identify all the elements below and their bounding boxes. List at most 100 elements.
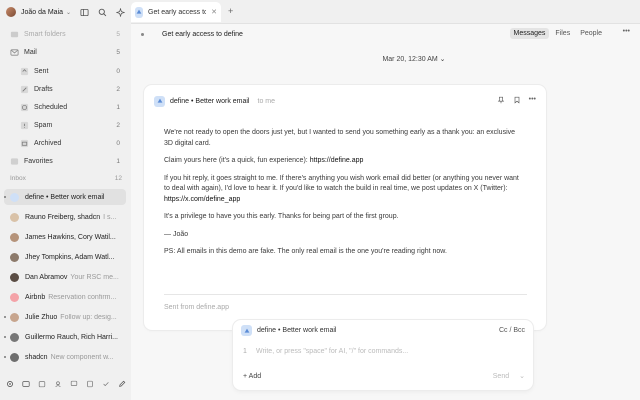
tab-bar: Get early access to define ✕ + — [131, 0, 640, 24]
email-header: define • Better work email to me ••• — [154, 95, 536, 107]
thread-preview: Your RSC me... — [70, 273, 119, 281]
thread-item[interactable]: Jhey Tompkins, Adam Watl... — [4, 249, 126, 265]
folder-label: Drafts — [34, 85, 53, 93]
thread-item[interactable]: Julie Zhuo Follow up: desig... — [4, 309, 126, 325]
tab-email[interactable]: Get early access to define ✕ — [131, 2, 221, 22]
chat-icon[interactable] — [70, 379, 78, 389]
bookmark-icon[interactable] — [513, 96, 521, 106]
folder-label: Archived — [34, 139, 62, 147]
folder-scheduled[interactable]: Scheduled 1 — [0, 99, 131, 115]
thread-preview: I s... — [103, 213, 117, 221]
email-more-icon[interactable]: ••• — [529, 96, 536, 106]
reply-composer: define • Better work email Cc / Bcc 1 Wr… — [233, 320, 533, 390]
folder-count: 2 — [116, 85, 120, 93]
user-name[interactable]: João da Maia — [21, 9, 63, 16]
account-bar: João da Maia ⌄ — [0, 0, 131, 24]
thread-date[interactable]: Mar 20, 12:30 AM ⌄ — [131, 55, 640, 63]
email-body: We're not ready to open the doors just y… — [164, 128, 524, 265]
user-avatar[interactable] — [6, 7, 16, 17]
sidebar-footer — [0, 377, 131, 391]
folder-count: 1 — [116, 157, 120, 165]
folder-spam[interactable]: Spam 2 — [0, 117, 131, 133]
thread-item[interactable]: Dan Abramov Your RSC me... — [4, 269, 126, 285]
folder-sent[interactable]: Sent 0 — [0, 63, 131, 79]
date-label: Mar 20, 12:30 AM — [382, 56, 438, 63]
thread-avatar — [10, 252, 19, 262]
claim-text: Claim yours here (it's a quick, fun expe… — [164, 157, 308, 164]
folder-smart-folders[interactable]: Smart folders 5 — [0, 26, 131, 42]
folder-count: 5 — [116, 48, 120, 56]
search-icon[interactable] — [97, 7, 107, 17]
send-button[interactable]: Send — [493, 373, 509, 380]
settings-icon[interactable] — [6, 379, 14, 389]
thread-item[interactable]: Rauno Freiberg, shadcn I s... — [4, 209, 126, 225]
folder-label: Sent — [34, 67, 49, 75]
archive-icon — [20, 139, 29, 148]
sidebar: João da Maia ⌄ Smart folders 5 Mail 5 Se… — [0, 0, 131, 400]
folder-count: 5 — [116, 30, 120, 38]
scheduled-icon — [20, 103, 29, 112]
sender-name[interactable]: define • Better work email — [170, 98, 250, 105]
spam-icon — [20, 121, 29, 130]
thread-item[interactable]: James Hawkins, Cory Watil... — [4, 229, 126, 245]
email-signature: — João — [164, 230, 189, 238]
sent-from: Sent from define.app — [164, 304, 229, 311]
view-switcher: Messages Files People — [509, 28, 606, 39]
reply-footer: + Add Send ⌄ — [243, 372, 525, 381]
notes-icon[interactable] — [86, 379, 94, 389]
tasks-icon[interactable] — [102, 379, 110, 389]
reply-from[interactable]: define • Better work email — [257, 327, 337, 334]
reply-text: If you hit reply, it goes straight to me… — [164, 174, 519, 193]
sparkle-icon[interactable] — [115, 7, 125, 17]
folder-count: 1 — [116, 103, 120, 111]
tab-files[interactable]: Files — [551, 28, 574, 39]
email-paragraph: We're not ready to open the doors just y… — [164, 129, 516, 147]
reply-placeholder[interactable]: Write, or press "space" for AI, "/" for … — [256, 348, 408, 355]
chevron-down-icon[interactable]: ⌄ — [66, 9, 71, 16]
cc-bcc-button[interactable]: Cc / Bcc — [499, 327, 525, 334]
folder-count: 0 — [116, 139, 120, 147]
inbox-count: 12 — [114, 175, 122, 182]
email-paragraph: PS: All emails in this demo are fake. Th… — [164, 248, 447, 255]
tab-title: Get early access to define — [148, 8, 207, 16]
line-number: 1 — [243, 348, 247, 355]
thread-preview: Reservation confirm... — [48, 293, 117, 301]
new-tab-icon[interactable]: + — [228, 6, 233, 16]
email-card: define • Better work email to me ••• We'… — [144, 85, 546, 330]
thread-item[interactable]: Guillermo Rauch, Rich Harri... — [4, 329, 126, 345]
inbox-icon[interactable] — [22, 379, 30, 389]
tab-people[interactable]: People — [576, 28, 606, 39]
calendar-icon[interactable] — [38, 379, 46, 389]
close-tab-icon[interactable]: ✕ — [211, 8, 217, 16]
thread-item[interactable]: Airbnb Reservation confirm... — [4, 289, 126, 305]
reply-header: define • Better work email Cc / Bcc — [241, 325, 525, 336]
thread-avatar — [10, 232, 19, 242]
more-options-icon[interactable]: ••• — [623, 28, 630, 35]
thread-name: Julie Zhuo — [25, 313, 58, 321]
thread-item[interactable]: define • Better work email — [4, 189, 126, 205]
folder-label: Mail — [24, 48, 37, 56]
define-link[interactable]: https://define.app — [310, 157, 364, 164]
sidebar-toggle-icon[interactable] — [79, 7, 89, 17]
x-link[interactable]: https://x.com/define_app — [164, 196, 240, 203]
sent-icon — [20, 67, 29, 76]
folder-mail[interactable]: Mail 5 — [0, 44, 131, 60]
tab-messages[interactable]: Messages — [509, 28, 550, 39]
unread-dot-icon — [4, 316, 6, 318]
folder-archived[interactable]: Archived 0 — [0, 135, 131, 151]
send-options-chevron-icon[interactable]: ⌄ — [519, 372, 525, 380]
thread-name: Airbnb — [25, 293, 46, 301]
reply-editor[interactable]: 1 Write, or press "space" for AI, "/" fo… — [243, 348, 523, 355]
folder-drafts[interactable]: Drafts 2 — [0, 81, 131, 97]
thread-avatar — [10, 312, 19, 322]
folder-count: 0 — [116, 67, 120, 75]
contacts-icon[interactable] — [54, 379, 62, 389]
compose-icon[interactable] — [118, 379, 126, 389]
thread-preview: Follow up: desig... — [60, 313, 117, 321]
thread-item[interactable]: shadcn New component w... — [4, 349, 126, 365]
define-logo-icon — [135, 6, 143, 18]
add-button[interactable]: + Add — [243, 373, 261, 380]
email-paragraph: It's a privilege to have you this early.… — [164, 213, 399, 220]
pin-icon[interactable] — [497, 96, 505, 106]
folder-favorites[interactable]: Favorites 1 — [0, 153, 131, 169]
